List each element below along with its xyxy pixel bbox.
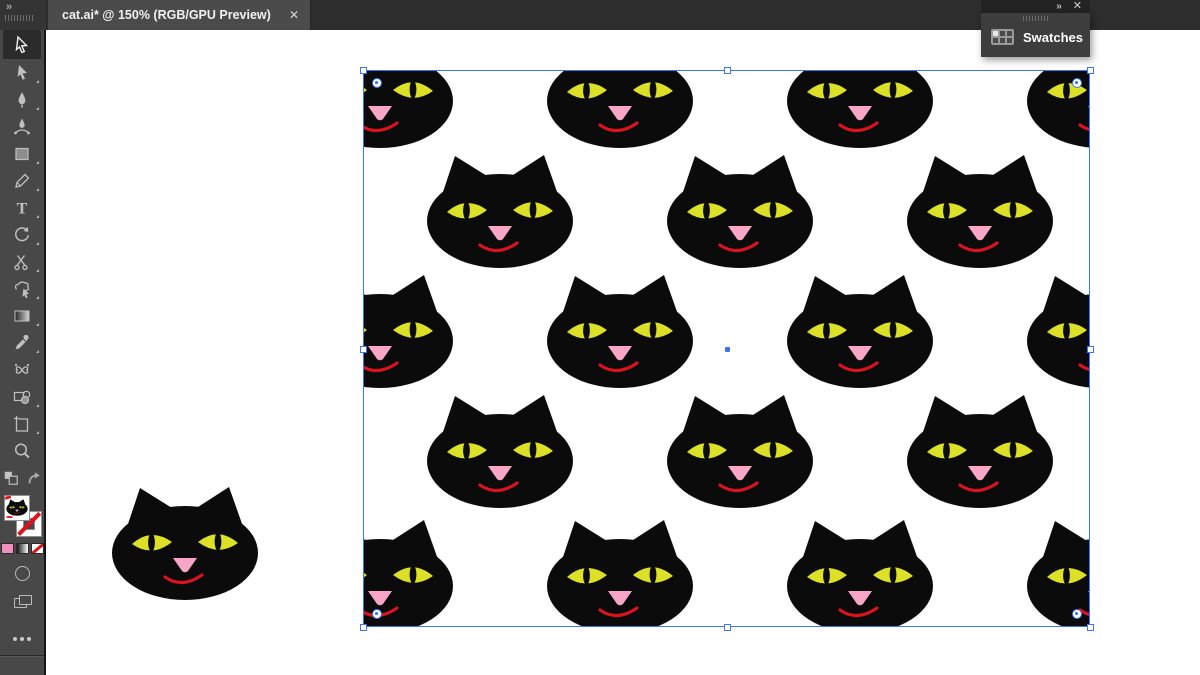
toolbar-overflow-button[interactable] (0, 637, 44, 641)
svg-text:T: T (17, 200, 28, 217)
color-button[interactable] (0, 543, 14, 554)
gradient-tool[interactable] (3, 302, 41, 329)
pattern-cat (1025, 274, 1090, 389)
live-corner-widget[interactable] (372, 78, 382, 88)
selection-handle[interactable] (1086, 623, 1094, 631)
pattern-cat (665, 394, 815, 509)
pattern-cat (905, 394, 1055, 509)
selection-handle[interactable] (1086, 66, 1094, 74)
shaper-tool[interactable] (3, 275, 41, 302)
screen-mode-button[interactable] (14, 595, 32, 608)
draw-mode-button[interactable] (14, 566, 30, 581)
selection-handle[interactable] (359, 66, 367, 74)
selection-tool[interactable] (3, 30, 41, 59)
shape-builder-tool[interactable] (3, 383, 41, 410)
selection-handle[interactable] (723, 66, 731, 74)
selection-handle[interactable] (723, 623, 731, 631)
fill-stroke-indicator (2, 495, 42, 537)
document-tab[interactable]: cat.ai* @ 150% (RGB/GPU Preview) ✕ (48, 0, 311, 30)
pattern-cat (785, 70, 935, 149)
none-button[interactable] (30, 543, 44, 554)
live-corner-widget[interactable] (1072, 609, 1082, 619)
direct-selection-tool[interactable] (3, 59, 41, 86)
single-cat-object[interactable] (110, 486, 260, 601)
swatches-panel-title: Swatches (1023, 29, 1083, 45)
pattern-cat (665, 154, 815, 269)
rotate-tool[interactable] (3, 221, 41, 248)
pencil-tool[interactable] (3, 167, 41, 194)
artboard-canvas[interactable] (46, 30, 1200, 675)
fill-swatch-pattern[interactable] (4, 495, 30, 521)
swatches-icon (991, 29, 1014, 45)
zoom-tool[interactable] (3, 437, 41, 464)
pattern-cat (905, 154, 1055, 269)
tab-close-icon[interactable]: ✕ (289, 8, 299, 22)
pattern-cat (785, 519, 935, 627)
type-tool[interactable]: T (3, 194, 41, 221)
pattern-cat (785, 274, 935, 389)
scissors-tool[interactable] (3, 248, 41, 275)
live-corner-widget[interactable] (372, 609, 382, 619)
pattern-cat (545, 519, 695, 627)
panel-drag-grip[interactable] (1023, 16, 1049, 21)
default-fill-stroke-icon[interactable] (3, 470, 19, 491)
panel-close-icon[interactable]: ✕ (1073, 1, 1082, 12)
tools-panel: T (0, 30, 46, 675)
swatches-panel-bar: » ✕ (981, 0, 1090, 13)
curvature-tool[interactable] (3, 113, 41, 140)
document-tab-title: cat.ai* @ 150% (RGB/GPU Preview) (62, 8, 271, 22)
swap-fill-stroke-icon[interactable] (26, 470, 42, 491)
panel-collapse-icon[interactable]: » (1056, 1, 1061, 12)
pen-tool[interactable] (3, 86, 41, 113)
eyedropper-tool[interactable] (3, 329, 41, 356)
collapse-tools-icon[interactable]: » (6, 1, 12, 13)
artboard-tool[interactable] (3, 410, 41, 437)
tools-drag-grip[interactable] (5, 15, 33, 21)
pattern-cat (545, 274, 695, 389)
rectangle-tool[interactable] (3, 140, 41, 167)
selection-handle[interactable] (359, 345, 367, 353)
tools-panel-header: » (0, 0, 46, 30)
selection-handle[interactable] (359, 623, 367, 631)
selection-center-point[interactable] (725, 347, 730, 352)
swatches-panel[interactable]: Swatches (981, 13, 1090, 57)
pattern-cat (545, 70, 695, 149)
pattern-cat (425, 394, 575, 509)
pattern-cat (425, 154, 575, 269)
tool-list: T (0, 30, 44, 464)
pattern-cat (363, 274, 455, 389)
gradient-button[interactable] (15, 543, 29, 554)
blend-tool[interactable] (3, 356, 41, 383)
toolbar-divider (0, 655, 44, 657)
selection-handle[interactable] (1086, 345, 1094, 353)
live-corner-widget[interactable] (1072, 78, 1082, 88)
